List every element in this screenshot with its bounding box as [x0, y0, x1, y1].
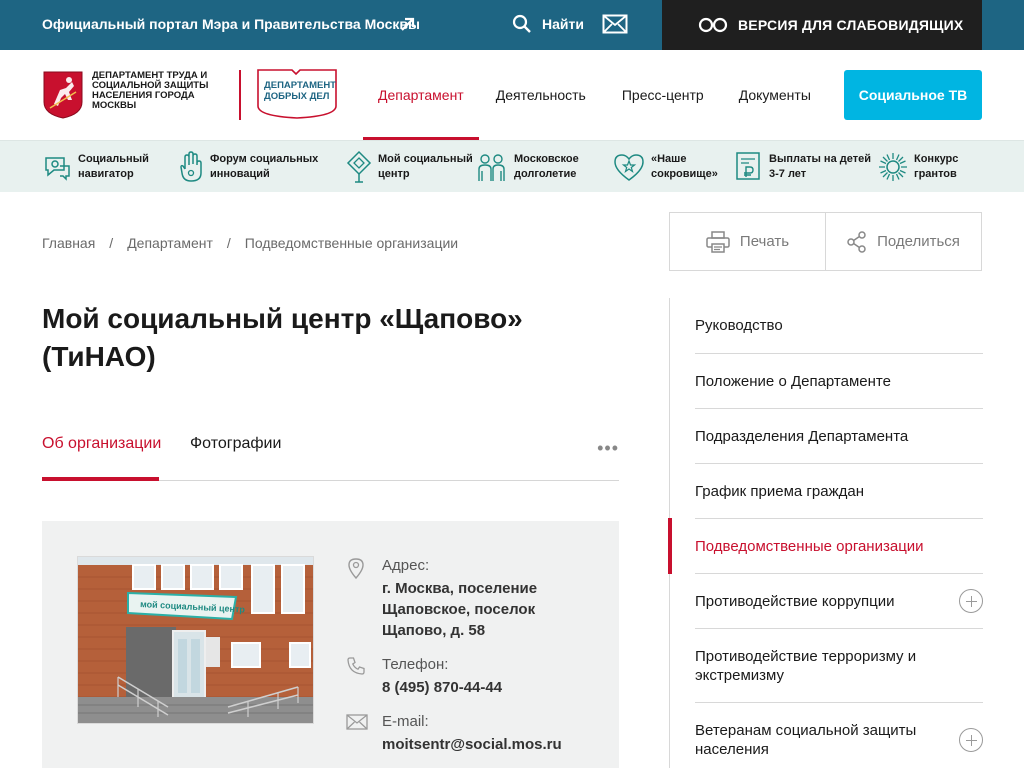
sidebar-item-label: Ветеранам социальной защиты населения — [695, 722, 917, 758]
sidebar-item-regulations[interactable]: Положение о Департаменте — [695, 354, 983, 409]
top-bar: Официальный портал Мэра и Правительства … — [0, 0, 1024, 50]
service-label: Конкурс грантов — [914, 153, 959, 180]
sidebar-item-divisions[interactable]: Подразделения Департамента — [695, 409, 983, 464]
sidebar-item-label: Противодействие терроризму и экстремизму — [695, 647, 917, 684]
service-innovation-forum[interactable]: Форум социальных инноваций — [178, 141, 322, 193]
sidebar-item-label: Руководство — [695, 317, 783, 334]
social-center-icon — [346, 150, 372, 183]
breadcrumb: Главная / Департамент / Подведомственные… — [42, 235, 458, 251]
sidebar-item-leadership[interactable]: Руководство — [695, 298, 983, 354]
breadcrumb-current: Подведомственные организации — [244, 235, 459, 251]
service-our-treasure[interactable]: «Наше сокровище» — [613, 141, 721, 193]
social-tv-button[interactable]: Социальное ТВ — [844, 70, 982, 120]
navigator-icon — [45, 157, 70, 181]
search-label: Найти — [542, 16, 584, 32]
service-label: Московское долголетие — [514, 153, 579, 180]
service-label: «Наше сокровище» — [651, 153, 718, 180]
service-grants-contest[interactable]: Конкурс грантов — [878, 141, 968, 193]
elderly-icon — [478, 154, 505, 181]
address-label: Адрес: — [382, 557, 430, 574]
phone-icon — [347, 657, 365, 675]
sun-icon — [879, 153, 907, 181]
email-label: E-mail: — [382, 713, 429, 730]
print-button[interactable]: Печать — [670, 213, 825, 270]
organization-photo[interactable]: мой социальный центр — [77, 556, 314, 724]
moscow-emblem-icon[interactable] — [42, 70, 84, 120]
logo-divider — [239, 70, 241, 120]
payment-icon — [736, 152, 760, 180]
share-button[interactable]: Поделиться — [825, 213, 981, 270]
expand-plus-icon[interactable] — [959, 728, 983, 752]
blind-version-label: ВЕРСИЯ ДЛЯ СЛАБОВИДЯЩИХ — [738, 17, 964, 33]
sidebar-item-label: Подразделения Департамента — [695, 427, 909, 445]
organization-card: мой социальный центр Адрес: г. Москва, п… — [42, 521, 619, 768]
nav-department[interactable]: Департамент — [363, 50, 479, 140]
breadcrumb-separator: / — [109, 235, 114, 251]
good-deeds-line1: ДЕПАРТАМЕНТ — [264, 80, 336, 91]
hand-icon — [180, 151, 202, 182]
good-deeds-line2: ДОБРЫХ ДЕЛ — [264, 91, 330, 102]
heart-star-icon — [614, 154, 644, 181]
breadcrumb-separator: / — [226, 235, 231, 251]
share-label: Поделиться — [877, 233, 960, 250]
sidebar-item-subordinate-orgs[interactable]: Подведомственные организации — [695, 519, 983, 574]
print-label: Печать — [739, 233, 790, 250]
more-tabs-button[interactable]: ••• — [597, 438, 619, 459]
services-strip: Социальный навигатор Форум социальных ин… — [0, 140, 1024, 192]
breadcrumb-home[interactable]: Главная — [42, 235, 95, 251]
phone-value[interactable]: 8 (495) 870-44-44 — [382, 677, 592, 698]
nav-press-center[interactable]: Пресс-центр — [622, 50, 704, 140]
section-sidebar: Руководство Положение о Департаменте Под… — [668, 298, 983, 768]
location-pin-icon — [348, 558, 364, 579]
nav-activity[interactable]: Деятельность — [496, 50, 586, 140]
nav-documents[interactable]: Документы — [739, 50, 811, 140]
building-image: мой социальный центр — [78, 557, 313, 723]
phone-label: Телефон: — [382, 656, 449, 673]
tab-photos[interactable]: Фотографии — [190, 435, 281, 453]
sidebar-active-indicator — [668, 518, 672, 574]
active-tab-underline — [42, 477, 159, 481]
address-value: г. Москва, поселение Щаповское, поселок … — [382, 580, 538, 639]
service-label: Форум социальных инноваций — [210, 153, 319, 180]
site-header: ДЕПАРТАМЕНТ ТРУДА И СОЦИАЛЬНОЙ ЗАЩИТЫ НА… — [0, 50, 1024, 140]
service-label: Социальный навигатор — [78, 153, 149, 180]
sidebar-item-label: Противодействие коррупции — [695, 592, 895, 610]
sidebar-item-anti-corruption[interactable]: Противодействие коррупции — [695, 574, 983, 629]
page-actions: Печать Поделиться — [669, 212, 982, 271]
service-label: Выплаты на детей 3-7 лет — [769, 153, 871, 180]
search-button[interactable]: Найти — [512, 14, 584, 34]
portal-link[interactable]: Официальный портал Мэра и Правительства … — [42, 16, 420, 32]
email-value[interactable]: moitsentr@social.mos.ru — [382, 734, 592, 755]
sidebar-item-reception-schedule[interactable]: График приема граждан — [695, 464, 983, 519]
service-label: Мой социальный центр — [378, 153, 473, 180]
breadcrumb-department[interactable]: Департамент — [127, 235, 213, 251]
service-moscow-longevity[interactable]: Московское долголетие — [476, 141, 590, 193]
blind-version-button[interactable]: ВЕРСИЯ ДЛЯ СЛАБОВИДЯЩИХ — [662, 0, 982, 50]
tab-about[interactable]: Об организации — [42, 435, 161, 453]
search-icon — [512, 14, 531, 33]
good-deeds-logo[interactable]: ДЕПАРТАМЕНТ ДОБРЫХ ДЕЛ — [256, 68, 338, 120]
service-social-navigator[interactable]: Социальный навигатор — [42, 141, 150, 193]
page-title: Мой социальный центр «Щапово» (ТиНАО) — [42, 303, 523, 372]
sidebar-item-anti-terrorism[interactable]: Противодействие терроризму и экстремизму — [695, 629, 983, 703]
glasses-icon — [698, 17, 728, 33]
mail-icon[interactable] — [602, 14, 628, 34]
sidebar-item-label: Положение о Департаменте — [695, 372, 891, 390]
external-arrow-icon[interactable] — [398, 14, 418, 34]
sidebar-item-label: Подведомственные организации — [695, 537, 924, 555]
service-child-payments[interactable]: Выплаты на детей 3-7 лет — [735, 141, 873, 193]
department-logo-text[interactable]: ДЕПАРТАМЕНТ ТРУДА И СОЦИАЛЬНОЙ ЗАЩИТЫ НА… — [92, 71, 232, 111]
sidebar-item-label: График приема граждан — [695, 482, 864, 500]
main-nav: Департамент Деятельность Пресс-центр Док… — [363, 50, 811, 140]
share-icon — [847, 230, 866, 253]
sidebar-item-veterans[interactable]: Ветеранам социальной защиты населения — [695, 703, 983, 768]
printer-icon — [706, 230, 730, 253]
envelope-icon — [346, 714, 368, 730]
content-tabs: Об организации Фотографии ••• — [42, 420, 619, 481]
service-my-social-center[interactable]: Мой социальный центр — [346, 141, 474, 193]
expand-plus-icon[interactable] — [959, 589, 983, 613]
